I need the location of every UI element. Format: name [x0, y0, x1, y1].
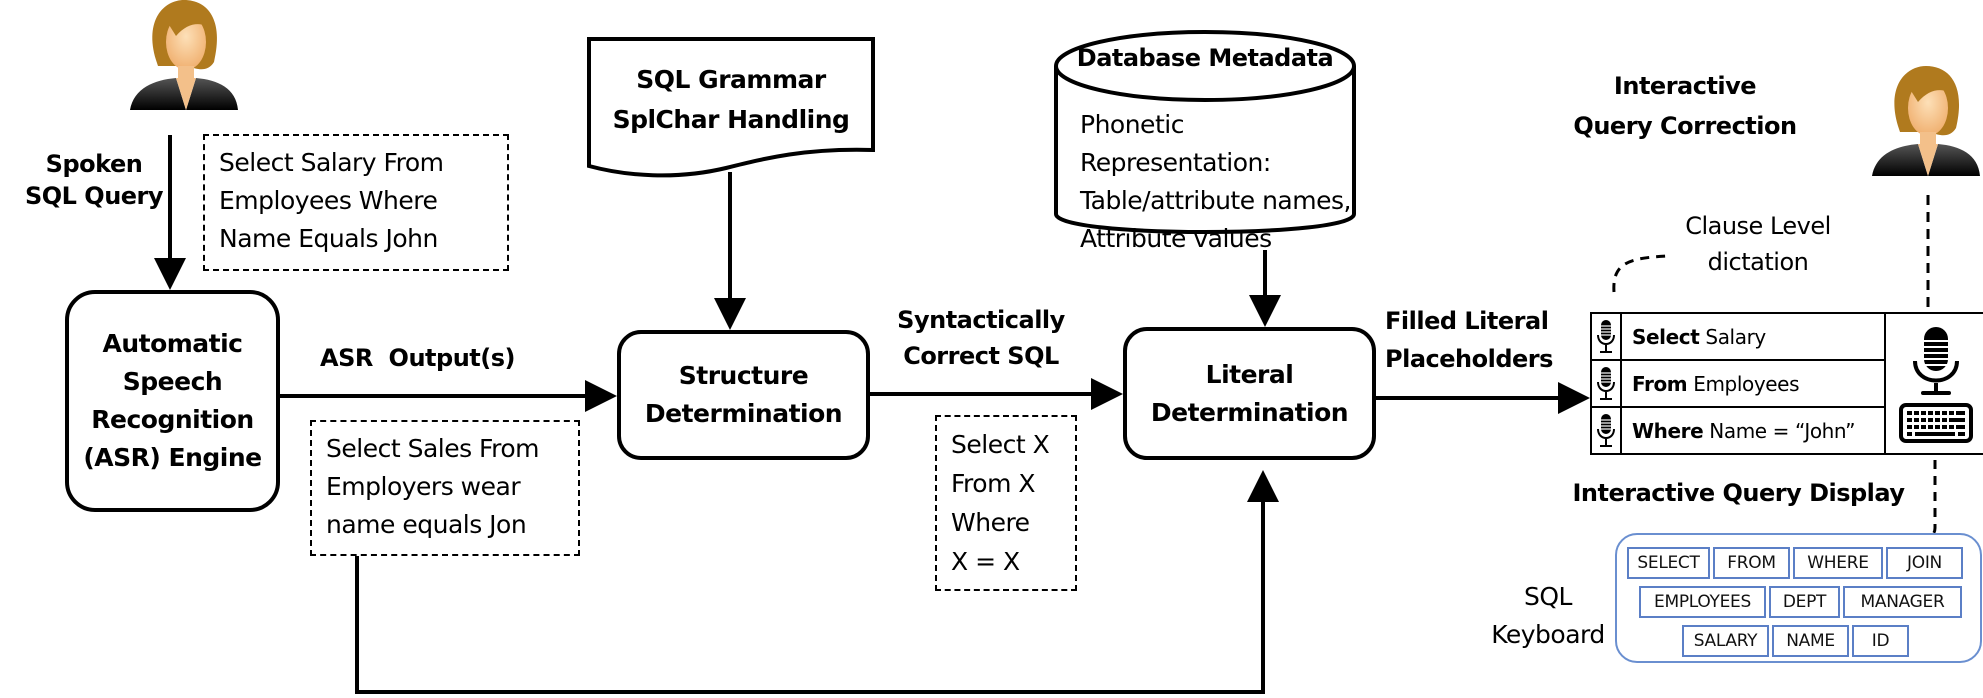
label-line: SQL — [1524, 582, 1572, 611]
structure-example: Select X From X Where X = X — [935, 415, 1077, 591]
structure-determination-box: Structure Determination — [617, 330, 870, 460]
user-avatar-left — [128, 0, 240, 114]
dashed-dictation-curve — [1612, 254, 1669, 293]
clause-value: Employees — [1693, 371, 1800, 396]
clause-mic-button[interactable] — [1592, 408, 1622, 453]
example-line: Employees Where — [219, 186, 438, 215]
database-metadata-cylinder: Database Metadata Phonetic Representatio… — [1052, 24, 1358, 254]
interactive-query-correction-title: Interactive Query Correction — [1560, 66, 1810, 146]
doc-line: SplChar Handling — [612, 105, 850, 134]
filled-literal-placeholders-label: Filled Literal Placeholders — [1385, 302, 1575, 378]
person-icon — [1872, 66, 1980, 176]
example-line: X = X — [951, 547, 1020, 576]
sql-keyboard: SELECT FROM WHERE JOIN EMPLOYEES DEPT MA… — [1615, 533, 1982, 663]
label-line: Syntactically — [897, 306, 1065, 334]
sql-grammar-document: SQL Grammar SplChar Handling — [586, 36, 876, 178]
example-line: name equals Jon — [326, 510, 527, 539]
asr-output-example: Select Sales From Employers wear name eq… — [310, 420, 580, 556]
example-line: Name Equals John — [219, 224, 438, 253]
box-line: Determination — [1150, 397, 1349, 427]
keyboard-icon[interactable] — [1899, 402, 1973, 443]
label-line: dictation — [1707, 248, 1809, 276]
label-line: SQL Query — [24, 182, 164, 210]
clause-text[interactable]: Where Name = “John” — [1622, 408, 1884, 453]
database-details: Phonetic Representation: Table/attribute… — [1080, 106, 1356, 258]
box-line: Literal — [1205, 359, 1294, 389]
key-id[interactable]: ID — [1852, 625, 1909, 657]
example-line: Select Sales From — [326, 434, 540, 463]
input-mode-column — [1884, 314, 1983, 453]
clause-row-where[interactable]: Where Name = “John” — [1592, 408, 1884, 453]
spoken-query-example: Select Salary From Employees Where Name … — [203, 134, 509, 271]
keyboard-row: SELECT FROM WHERE JOIN — [1627, 547, 1963, 579]
label-line: Keyboard — [1491, 620, 1605, 649]
example-line: Select Salary From — [219, 148, 444, 177]
key-select[interactable]: SELECT — [1627, 547, 1710, 579]
interactive-query-display-title: Interactive Query Display — [1572, 479, 1905, 507]
clause-mic-button[interactable] — [1592, 361, 1622, 406]
example-line: From X — [951, 469, 1036, 498]
example-line: Where — [951, 508, 1030, 537]
label-line: Spoken — [45, 150, 143, 178]
keyboard-row: SALARY NAME ID — [1682, 625, 1909, 657]
user-avatar-right — [1870, 66, 1982, 180]
title-line: Query Correction — [1573, 112, 1797, 140]
key-dept[interactable]: DEPT — [1769, 586, 1840, 618]
sql-keyboard-label: SQL Keyboard — [1478, 578, 1618, 654]
detail-line: Table/attribute names, — [1080, 186, 1351, 215]
example-line: Employers wear — [326, 472, 521, 501]
dashed-panel-to-keyboard — [1929, 460, 1937, 538]
box-line: Recognition — [91, 405, 254, 434]
microphone-icon — [1597, 366, 1615, 400]
clause-row-from[interactable]: From Employees — [1592, 361, 1884, 408]
box-line: Determination — [644, 399, 843, 428]
clause-mic-button[interactable] — [1592, 314, 1622, 359]
label-line: Correct SQL — [903, 342, 1059, 370]
key-employees[interactable]: EMPLOYEES — [1639, 586, 1766, 618]
microphone-icon — [1597, 319, 1615, 353]
clause-value: Name = “John” — [1709, 418, 1856, 443]
detail-line: Attribute values — [1080, 224, 1272, 253]
database-title: Database Metadata — [1076, 44, 1334, 72]
box-line: Structure — [678, 361, 809, 390]
asr-engine-box: Automatic Speech Recognition (ASR) Engin… — [65, 290, 280, 512]
microphone-icon — [1597, 413, 1615, 447]
spoken-sql-query-label: Spoken SQL Query — [14, 148, 174, 212]
clause-keyword: From — [1632, 371, 1688, 396]
person-icon — [130, 0, 238, 110]
doc-line: SQL Grammar — [636, 65, 826, 94]
box-line: Speech — [122, 367, 223, 396]
box-line: (ASR) Engine — [83, 443, 262, 472]
label-line: Filled Literal — [1385, 307, 1549, 335]
asr-output-label: ASR Output(s) — [320, 344, 515, 372]
keyboard-row: EMPLOYEES DEPT MANAGER — [1639, 586, 1962, 618]
large-microphone-icon[interactable] — [1911, 325, 1961, 397]
box-line: Automatic — [102, 329, 243, 358]
label-line: Clause Level — [1685, 212, 1831, 240]
interactive-query-panel: Select Salary From Employees Where Name … — [1590, 312, 1983, 455]
key-manager[interactable]: MANAGER — [1843, 586, 1962, 618]
key-join[interactable]: JOIN — [1886, 547, 1963, 579]
clause-value: Salary — [1705, 324, 1766, 349]
literal-determination-box: Literal Determination — [1123, 327, 1376, 460]
key-where[interactable]: WHERE — [1793, 547, 1883, 579]
detail-line: Phonetic Representation: — [1080, 110, 1271, 177]
key-from[interactable]: FROM — [1713, 547, 1790, 579]
key-name[interactable]: NAME — [1772, 625, 1849, 657]
clause-text[interactable]: Select Salary — [1622, 314, 1884, 359]
key-salary[interactable]: SALARY — [1682, 625, 1769, 657]
clause-text[interactable]: From Employees — [1622, 361, 1884, 406]
clause-keyword: Where — [1632, 418, 1704, 443]
clause-level-dictation-label: Clause Level dictation — [1668, 208, 1848, 280]
label-line: Placeholders — [1385, 345, 1553, 373]
clause-keyword: Select — [1632, 324, 1700, 349]
syntactically-correct-sql-label: Syntactically Correct SQL — [896, 302, 1066, 374]
clause-row-select[interactable]: Select Salary — [1592, 314, 1884, 361]
example-line: Select X — [951, 430, 1050, 459]
title-line: Interactive — [1613, 72, 1757, 100]
